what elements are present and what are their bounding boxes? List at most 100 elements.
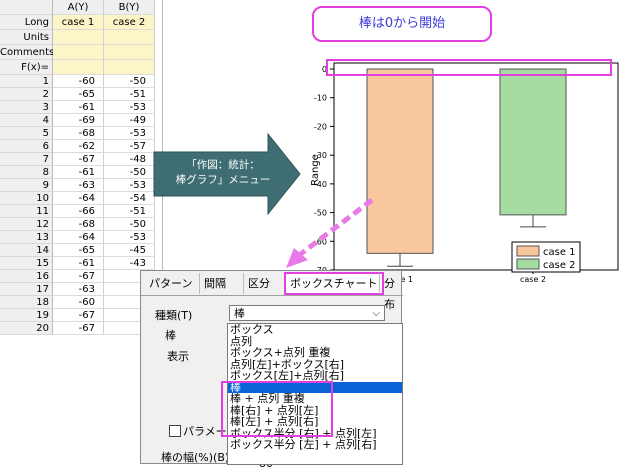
- dropdown-option[interactable]: ボックス+点列 重複: [228, 347, 402, 359]
- data-cell[interactable]: -68: [53, 218, 104, 231]
- data-cell[interactable]: -60: [53, 75, 104, 88]
- data-cell[interactable]: -67: [53, 270, 104, 283]
- data-cell[interactable]: -53: [104, 127, 155, 140]
- table-row: 15 -61 -43: [0, 257, 155, 270]
- tab-subset[interactable]: 区分: [243, 273, 274, 294]
- meta-cell[interactable]: [53, 45, 104, 60]
- cell-value: -49: [129, 115, 146, 126]
- data-cell[interactable]: -53: [104, 231, 155, 244]
- meta-cell[interactable]: [104, 30, 155, 45]
- data-cell[interactable]: -57: [104, 140, 155, 153]
- row-number[interactable]: 15: [0, 257, 53, 270]
- data-cell[interactable]: -65: [53, 88, 104, 101]
- row-number[interactable]: 5: [0, 127, 53, 140]
- data-cell[interactable]: -61: [53, 166, 104, 179]
- cell-value: -53: [129, 102, 146, 113]
- data-cell[interactable]: -61: [53, 101, 104, 114]
- data-cell[interactable]: -51: [104, 88, 155, 101]
- row-number[interactable]: 4: [0, 114, 53, 127]
- corner-cell[interactable]: [0, 0, 53, 15]
- row-number[interactable]: 9: [0, 179, 53, 192]
- type-select[interactable]: 棒 ⌵: [229, 305, 385, 321]
- row-number[interactable]: 8: [0, 166, 53, 179]
- row-number[interactable]: 18: [0, 296, 53, 309]
- data-cell[interactable]: -60: [53, 296, 104, 309]
- data-cell[interactable]: -61: [53, 257, 104, 270]
- row-number[interactable]: 2: [0, 88, 53, 101]
- row-number[interactable]: 17: [0, 283, 53, 296]
- row-number[interactable]: 1: [0, 75, 53, 88]
- dropdown-option[interactable]: ボックス半分 [左] + 点列[右]: [228, 439, 402, 451]
- tab-box-chart[interactable]: ボックスチャート: [284, 272, 384, 295]
- row-number[interactable]: 6: [0, 140, 53, 153]
- data-cell[interactable]: -67: [53, 322, 104, 335]
- row-number[interactable]: 10: [0, 192, 53, 205]
- row-number[interactable]: 14: [0, 244, 53, 257]
- cell-value: -67: [78, 154, 95, 165]
- data-cell[interactable]: -68: [53, 127, 104, 140]
- y-tick-label: -10: [314, 94, 327, 103]
- meta-cell[interactable]: [104, 45, 155, 60]
- meta-cell[interactable]: case 2: [104, 15, 155, 30]
- zero-highlight-box: [326, 59, 612, 76]
- tab-pattern[interactable]: パターン: [145, 273, 196, 294]
- data-cell[interactable]: -48: [104, 153, 155, 166]
- dropdown-option[interactable]: ボックス: [228, 324, 402, 336]
- column-header-a[interactable]: A(Y): [53, 0, 104, 15]
- row-header[interactable]: Long Name: [0, 15, 53, 43]
- row-number[interactable]: 19: [0, 309, 53, 322]
- meta-cell[interactable]: case 1: [53, 15, 104, 30]
- parameter-checkbox[interactable]: [169, 425, 181, 437]
- table-row: 1 -60 -50: [0, 75, 155, 88]
- data-cell[interactable]: -50: [104, 166, 155, 179]
- row-number[interactable]: 16: [0, 270, 53, 283]
- data-cell[interactable]: -66: [53, 205, 104, 218]
- data-cell[interactable]: -49: [104, 114, 155, 127]
- meta-cell[interactable]: [104, 60, 155, 75]
- worksheet[interactable]: A(Y) B(Y) Long Namecase 1case 2 UnitsComm…: [0, 0, 163, 336]
- type-select-value: 棒: [234, 307, 245, 320]
- row-number[interactable]: 20: [0, 322, 53, 335]
- cell-value: -50: [129, 219, 146, 230]
- data-cell[interactable]: -43: [104, 257, 155, 270]
- cell-value: -63: [78, 180, 95, 191]
- cell-value: -67: [78, 271, 95, 282]
- data-cell[interactable]: -67: [53, 309, 104, 322]
- data-cell[interactable]: -63: [53, 283, 104, 296]
- row-number[interactable]: 13: [0, 231, 53, 244]
- row-number[interactable]: 12: [0, 218, 53, 231]
- bar-2: [499, 68, 567, 216]
- cell-value: -61: [78, 258, 95, 269]
- tab-distribution[interactable]: 分布: [379, 273, 403, 311]
- row-number[interactable]: 11: [0, 205, 53, 218]
- tab-spacing[interactable]: 間隔: [199, 273, 230, 294]
- column-header-row: A(Y) B(Y): [0, 0, 155, 15]
- cell-value: -51: [129, 89, 146, 100]
- row-number[interactable]: 3: [0, 101, 53, 114]
- row-number[interactable]: 7: [0, 153, 53, 166]
- data-cell[interactable]: -65: [53, 244, 104, 257]
- data-cell[interactable]: -64: [53, 192, 104, 205]
- data-cell[interactable]: -50: [104, 218, 155, 231]
- data-cell[interactable]: -50: [104, 75, 155, 88]
- dropdown-option[interactable]: ボックス[左]+点列[右]: [228, 370, 402, 382]
- row-header[interactable]: Comments: [0, 45, 54, 60]
- data-cell[interactable]: -62: [53, 140, 104, 153]
- cell-value: -53: [129, 128, 146, 139]
- chevron-down-icon[interactable]: ⌵: [372, 306, 380, 322]
- table-row: 13 -64 -53: [0, 231, 155, 244]
- meta-cell[interactable]: [53, 60, 104, 75]
- meta-cell[interactable]: [53, 30, 104, 45]
- data-cell[interactable]: -54: [104, 192, 155, 205]
- data-cell[interactable]: -64: [53, 231, 104, 244]
- row-header[interactable]: Units: [0, 30, 53, 45]
- data-cell[interactable]: -69: [53, 114, 104, 127]
- row-header[interactable]: F(x)=: [0, 60, 53, 75]
- data-cell[interactable]: -67: [53, 153, 104, 166]
- column-header-b[interactable]: B(Y): [104, 0, 155, 15]
- data-cell[interactable]: -53: [104, 179, 155, 192]
- data-cell[interactable]: -53: [104, 101, 155, 114]
- data-cell[interactable]: -45: [104, 244, 155, 257]
- data-cell[interactable]: -51: [104, 205, 155, 218]
- data-cell[interactable]: -63: [53, 179, 104, 192]
